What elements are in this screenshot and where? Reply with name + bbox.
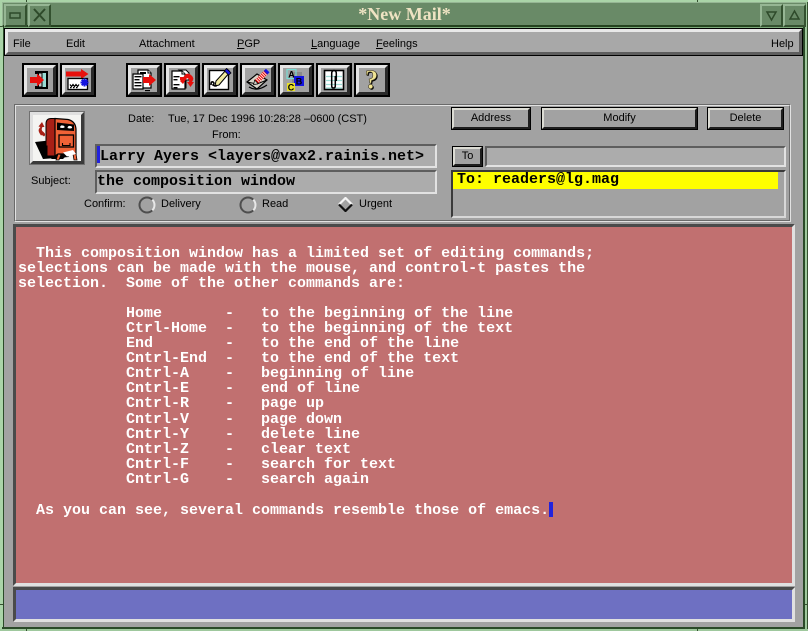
svg-text:C: C [288,83,295,93]
svg-text:?: ? [365,68,379,92]
svg-text:B: B [296,77,303,87]
